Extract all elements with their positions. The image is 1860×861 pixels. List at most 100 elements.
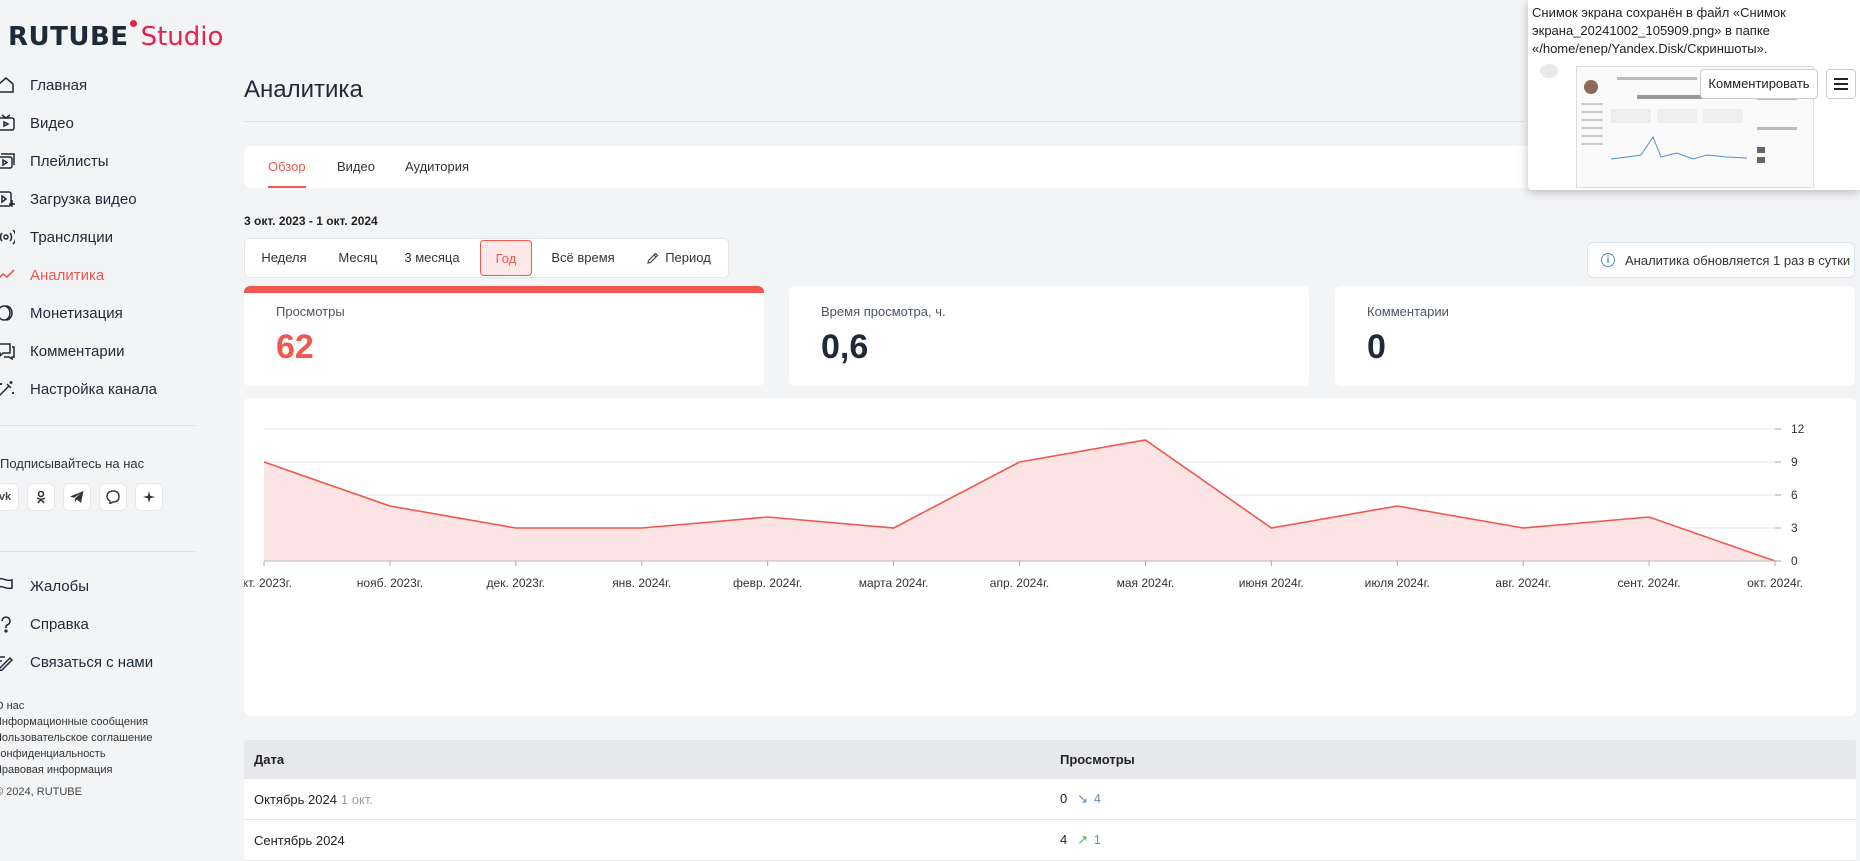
tab-overview[interactable]: Обзор xyxy=(268,146,306,188)
data-point[interactable] xyxy=(1394,503,1400,509)
sidebar-item-monetization[interactable]: Монетизация xyxy=(0,294,210,332)
table-header: Дата Просмотры xyxy=(244,740,1856,779)
data-point[interactable] xyxy=(1268,525,1274,531)
data-point[interactable] xyxy=(891,525,897,531)
wand-icon xyxy=(0,380,30,398)
logo-dot xyxy=(129,20,137,27)
x-tick-label: сент. 2024г. xyxy=(1618,576,1681,590)
analytics-update-note: i Аналитика обновляется 1 раз в сутки xyxy=(1587,242,1855,278)
tab-audience[interactable]: Аудитория xyxy=(405,146,469,188)
table-row[interactable]: Сентябрь 2024 4 ↗ 1 xyxy=(244,820,1856,861)
rutube-studio-logo[interactable]: RUTUBE Studio xyxy=(8,20,224,54)
data-point[interactable] xyxy=(1142,437,1148,443)
metric-value: 62 xyxy=(276,328,314,366)
sidebar-item-complaints[interactable]: Жалобы xyxy=(0,567,210,605)
metric-value: 0 xyxy=(1367,328,1386,366)
sidebar-item-label: Настройка канала xyxy=(30,380,157,398)
page-title: Аналитика xyxy=(244,76,363,103)
flag-icon xyxy=(0,577,30,595)
cell-views: 4 ↗ 1 xyxy=(1060,832,1101,848)
period-year-button[interactable]: Год xyxy=(480,240,532,276)
footer-link-about[interactable]: О нас xyxy=(0,698,152,714)
ok-icon[interactable] xyxy=(28,484,54,510)
x-tick-label: дек. 2023г. xyxy=(487,576,546,590)
sidebar-item-home[interactable]: Главная xyxy=(0,66,210,104)
period-custom-button[interactable]: Период xyxy=(637,239,721,277)
row-date: Октябрь 2024 xyxy=(254,791,337,807)
metric-card-comments[interactable]: Комментарии 0 xyxy=(1335,286,1855,386)
data-point[interactable] xyxy=(1772,558,1778,564)
footer-link-terms[interactable]: Пользовательское соглашение xyxy=(0,730,152,746)
data-point[interactable] xyxy=(261,459,267,465)
data-point[interactable] xyxy=(387,503,393,509)
logo-studio-text: Studio xyxy=(140,22,224,52)
social-links: vk xyxy=(0,484,162,510)
metric-card-watch-time[interactable]: Время просмотра, ч. 0,6 xyxy=(789,286,1309,386)
sidebar-item-channel-settings[interactable]: Настройка канала xyxy=(0,370,210,408)
sparkle-icon[interactable] xyxy=(136,484,162,510)
sidebar-item-playlists[interactable]: Плейлисты xyxy=(0,142,210,180)
data-point[interactable] xyxy=(639,525,645,531)
x-tick-label: нояб. 2023г. xyxy=(357,576,423,590)
sidebar-item-label: Главная xyxy=(30,76,88,94)
metric-card-views[interactable]: Просмотры 62 xyxy=(244,286,764,386)
trend-up-icon: ↗ xyxy=(1077,832,1089,847)
sidebar-item-video[interactable]: Видео xyxy=(0,104,210,142)
upload-icon xyxy=(0,190,30,208)
sidebar-item-contact[interactable]: Связаться с нами xyxy=(0,643,210,681)
sidebar-item-comments[interactable]: Комментарии xyxy=(0,332,210,370)
comments-icon xyxy=(0,342,30,360)
x-tick-label: марта 2024г. xyxy=(859,576,929,590)
telegram-icon[interactable] xyxy=(64,484,90,510)
sidebar-item-label: Трансляции xyxy=(30,228,114,246)
row-views: 0 xyxy=(1060,791,1068,806)
data-point[interactable] xyxy=(1646,514,1652,520)
footer-link-privacy[interactable]: Конфиденциальность xyxy=(0,746,152,762)
sidebar-item-label: Плейлисты xyxy=(30,152,109,170)
sidebar-item-analytics[interactable]: Аналитика xyxy=(0,256,210,294)
sidebar-item-label: Справка xyxy=(30,615,89,633)
period-all-time-button[interactable]: Всё время xyxy=(537,239,629,277)
sidebar: RUTUBE Studio Главная Видео Плейлисты За… xyxy=(0,0,223,847)
cell-views: 0 ↘ 4 xyxy=(1060,791,1101,807)
data-point[interactable] xyxy=(1017,459,1023,465)
period-3months-button[interactable]: 3 месяца xyxy=(393,239,471,277)
x-tick-label: июля 2024г. xyxy=(1365,576,1430,590)
screenshot-notification: Снимок экрана сохранён в файл «Снимок эк… xyxy=(1528,0,1860,190)
sidebar-divider xyxy=(0,425,195,426)
tab-video[interactable]: Видео xyxy=(337,146,375,188)
follow-title: Подписывайтесь на нас xyxy=(0,456,145,471)
period-week-button[interactable]: Неделя xyxy=(245,239,323,277)
footer-link-info[interactable]: Информационные сообщения xyxy=(0,714,152,730)
row-views: 4 xyxy=(1060,832,1068,847)
data-point[interactable] xyxy=(1520,525,1526,531)
sidebar-divider xyxy=(0,551,195,552)
title-divider xyxy=(244,121,1524,122)
support-nav: Жалобы Справка Связаться с нами xyxy=(0,567,210,681)
metric-label: Время просмотра, ч. xyxy=(821,304,946,319)
sidebar-item-help[interactable]: Справка xyxy=(0,605,210,643)
vk-icon[interactable]: vk xyxy=(0,484,18,510)
tabs-bar: Обзор Видео Аудитория xyxy=(244,146,1534,188)
hamburger-icon[interactable] xyxy=(1826,69,1856,99)
sidebar-item-upload[interactable]: Загрузка видео xyxy=(0,180,210,218)
video-icon xyxy=(0,114,30,132)
x-tick-label: янв. 2024г. xyxy=(612,576,671,590)
metric-label: Комментарии xyxy=(1367,304,1449,319)
sidebar-item-broadcasts[interactable]: Трансляции xyxy=(0,218,210,256)
header-date: Дата xyxy=(254,752,285,767)
comment-button[interactable]: Комментировать xyxy=(1700,69,1818,99)
data-point[interactable] xyxy=(513,525,519,531)
views-table: Дата Просмотры Октябрь 2024 1 окт. 0 ↘ 4 С… xyxy=(244,740,1856,861)
y-tick-label: 6 xyxy=(1791,488,1798,502)
contact-icon xyxy=(0,653,30,671)
period-month-button[interactable]: Месяц xyxy=(323,239,393,277)
data-point[interactable] xyxy=(765,514,771,520)
footer-link-legal[interactable]: Правовая информация xyxy=(0,762,152,778)
viber-icon[interactable] xyxy=(100,484,126,510)
x-tick-label: авг. 2024г. xyxy=(1495,576,1551,590)
x-tick-label: окт. 2023г. xyxy=(244,576,292,590)
sidebar-item-label: Аналитика xyxy=(30,266,105,284)
home-icon xyxy=(0,76,30,94)
table-row[interactable]: Октябрь 2024 1 окт. 0 ↘ 4 xyxy=(244,779,1856,820)
